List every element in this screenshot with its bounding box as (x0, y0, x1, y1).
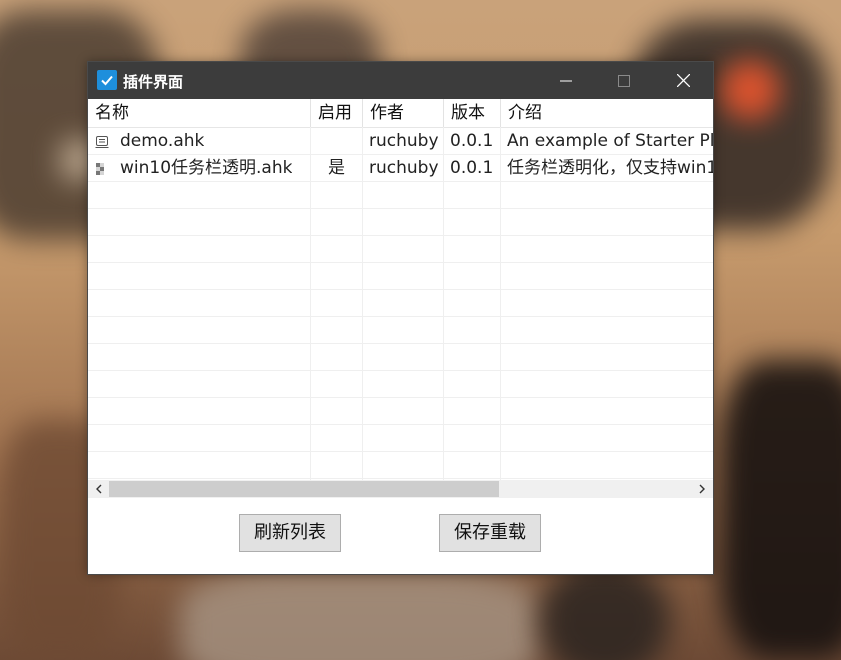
close-icon (676, 74, 690, 87)
plugin-description: An example of Starter Plugin (507, 131, 713, 151)
plugin-author: ruchuby (369, 158, 439, 178)
refresh-list-button[interactable]: 刷新列表 (239, 514, 341, 552)
list-header: 名称 启用 作者 版本 介绍 (88, 99, 713, 128)
column-header-author[interactable]: 作者 (363, 99, 444, 127)
scrollbar-thumb[interactable] (109, 481, 499, 497)
checkbox-app-icon (97, 70, 117, 90)
plugin-window: 插件界面 名称 启用 作者 版本 介绍 demo.ahk ruchuby 0.0… (87, 61, 714, 575)
script-file-icon (95, 136, 109, 148)
list-item[interactable]: demo.ahk ruchuby 0.0.1 An example of Sta… (88, 128, 713, 155)
minimize-icon (560, 80, 572, 81)
column-header-description[interactable]: 介绍 (501, 99, 713, 127)
column-header-name[interactable]: 名称 (88, 99, 311, 127)
plugin-version: 0.0.1 (450, 158, 494, 178)
plugin-name: demo.ahk (120, 131, 205, 151)
window-title: 插件界面 (123, 73, 184, 91)
save-reload-button[interactable]: 保存重载 (439, 514, 541, 552)
close-button[interactable] (654, 62, 712, 99)
minimize-button[interactable] (537, 62, 595, 99)
plugin-list[interactable]: 名称 启用 作者 版本 介绍 demo.ahk ruchuby 0.0.1 An… (88, 99, 713, 480)
scroll-left-button[interactable] (90, 480, 108, 498)
column-header-version[interactable]: 版本 (444, 99, 501, 127)
column-header-enabled[interactable]: 启用 (311, 99, 363, 127)
chevron-left-icon (96, 484, 102, 494)
plugin-version: 0.0.1 (450, 131, 494, 151)
plugin-description: 任务栏透明化，仅支持win10 (507, 158, 713, 178)
plugin-author: ruchuby (369, 131, 439, 151)
horizontal-scrollbar[interactable] (88, 480, 713, 498)
chevron-right-icon (699, 484, 705, 494)
title-bar[interactable]: 插件界面 (88, 62, 713, 99)
checker-file-icon (96, 163, 104, 175)
plugin-enabled: 是 (328, 158, 345, 178)
button-bar: 刷新列表 保存重载 (88, 498, 713, 574)
list-item[interactable]: win10任务栏透明.ahk 是 ruchuby 0.0.1 任务栏透明化，仅支… (88, 155, 713, 182)
maximize-icon (618, 74, 630, 87)
scroll-right-button[interactable] (693, 480, 711, 498)
plugin-name: win10任务栏透明.ahk (120, 158, 293, 178)
maximize-button[interactable] (595, 62, 653, 99)
